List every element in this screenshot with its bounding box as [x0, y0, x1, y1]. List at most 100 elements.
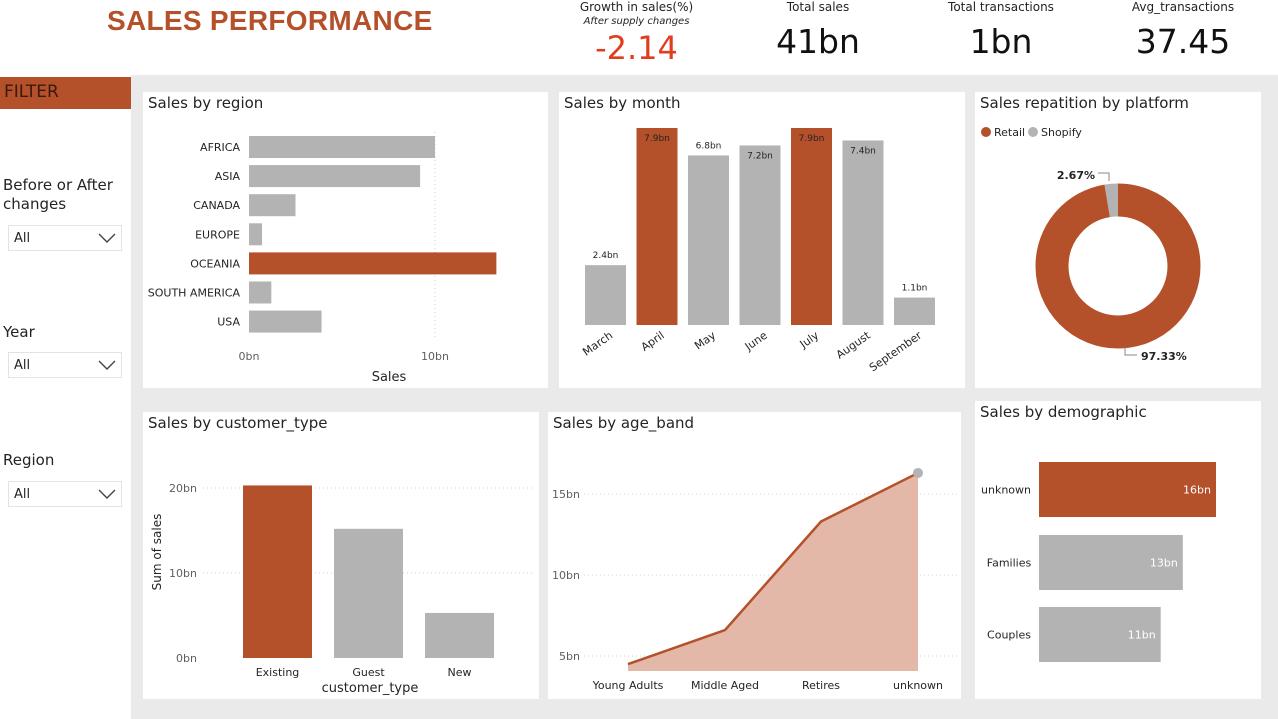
tick-label: September [867, 329, 925, 375]
kpi-avg-transactions-label: Avg_transactions [1131, 0, 1235, 14]
tick-label: Middle Aged [691, 679, 759, 692]
bar-region [249, 194, 296, 217]
filter-header-label: FILTER [4, 82, 59, 102]
data-label: 16bn [1183, 484, 1211, 497]
legend-marker [981, 127, 991, 137]
tick-label: Couples [987, 629, 1031, 642]
kpi-growth-sublabel: After supply changes [583, 16, 690, 27]
bar-customer [243, 485, 312, 658]
chart-card-platform: Sales repatition by platform Retail Shopi… [975, 92, 1261, 388]
bar-region [249, 165, 421, 188]
tick-label: 0bn [176, 652, 197, 665]
data-label: 13bn [1150, 557, 1178, 570]
bar-month [894, 297, 935, 325]
filter-dropdown-before-after[interactable]: All [8, 225, 122, 251]
data-label: 1.1bn [902, 284, 928, 294]
bar-customer [334, 528, 403, 658]
axis-title: Sum of sales [150, 514, 164, 591]
data-label: 2.4bn [593, 251, 619, 261]
axis-title: customer_type [322, 681, 419, 696]
bar-month [842, 140, 884, 325]
chevron-down-icon [98, 489, 116, 499]
tick-label: CANADA [193, 199, 240, 212]
bar-month [688, 155, 729, 325]
tick-label: unknown [893, 679, 943, 692]
data-label: 7.9bn [644, 134, 670, 144]
tick-label: June [742, 329, 770, 354]
chart-card-age: Sales by age_band 5bn 10bn 15bn Young Adult… [548, 412, 961, 699]
tick-label: April [639, 329, 667, 354]
filter-dropdown-year[interactable]: All [8, 352, 122, 378]
bar-month [739, 145, 781, 325]
chart-platform: Retail Shopify 2.67% 97.33% [981, 126, 1201, 363]
tick-label: 10bn [552, 569, 580, 582]
filter-header: FILTER [0, 77, 131, 109]
area-fill [628, 472, 918, 671]
kpi-growth-card: Growth in sales(%) After supply changes … [558, 0, 715, 75]
tick-label: July [797, 329, 822, 352]
chart-customer: 0bn 10bn 20bn Existing Guest New customer_type… [150, 482, 533, 696]
tick-label: 15bn [552, 488, 580, 501]
data-point [913, 467, 923, 478]
chart-age: 5bn 10bn 15bn Young Adults Middle Aged Retire… [552, 467, 958, 692]
chart-card-customer: Sales by customer_type 0bn 10bn 20bn Existi… [143, 412, 539, 699]
tick-label: 5bn [559, 650, 580, 663]
tick-label: 0bn [239, 350, 260, 363]
tick-label: EUROPE [195, 228, 240, 241]
tick-label: AFRICA [200, 141, 240, 154]
axis-title: Sales [372, 370, 407, 385]
chevron-down-icon [98, 360, 116, 370]
kpi-total-transactions-card: Total transactions 1bn [923, 0, 1079, 75]
kpi-total-sales-label: Total sales [786, 0, 850, 14]
bar-region [249, 310, 322, 333]
kpi-total-transactions-value: 1bn [969, 22, 1033, 61]
tick-label: unknown [981, 484, 1031, 497]
data-label: 2.67% [1057, 169, 1095, 182]
data-label: 7.2bn [747, 151, 773, 161]
kpi-avg-transactions-card: Avg_transactions 37.45 [1105, 0, 1261, 75]
legend-label: Retail [994, 126, 1025, 139]
filter-pane [0, 75, 131, 719]
tick-label: May [692, 329, 718, 353]
leader-line [1124, 347, 1137, 356]
tick-label: Guest [352, 666, 385, 679]
data-label: 6.8bn [696, 141, 722, 151]
bar-month [636, 128, 678, 325]
kpi-growth-label: Growth in sales(%) [579, 0, 694, 14]
bar-customer [425, 612, 494, 658]
pie-slice [1035, 183, 1201, 349]
data-label: 11bn [1128, 629, 1156, 642]
tick-label: 20bn [169, 482, 197, 495]
kpi-total-transactions-label: Total transactions [948, 0, 1054, 14]
data-label: 7.9bn [799, 134, 825, 144]
bar-month [791, 128, 832, 325]
data-label: 97.33% [1141, 350, 1187, 363]
tick-label: SOUTH AMERICA [148, 287, 241, 300]
chart-month: 2.4bn March 7.9bn April 6.8bn May 7.2bn June 7.9… [580, 128, 935, 375]
page-title: SALES PERFORMANCE [107, 5, 433, 36]
filter-label-year: Year [3, 323, 35, 341]
tick-label: Families [987, 557, 1032, 570]
tick-label: USA [217, 316, 240, 329]
legend-marker [1028, 127, 1038, 137]
tick-label: ASIA [215, 170, 241, 183]
tick-label: Retires [802, 679, 840, 692]
tick-label: August [834, 328, 874, 361]
kpi-avg-transactions-value: 37.45 [1135, 22, 1231, 61]
kpi-growth-value: -2.14 [595, 29, 678, 67]
tick-label: OCEANIA [190, 257, 240, 270]
chart-demographic: 16bn unknown 13bn Families 11bn Couples [981, 462, 1216, 662]
legend-label: Shopify [1041, 126, 1082, 139]
filter-dropdown-value: All [14, 358, 31, 373]
tick-label: March [580, 329, 615, 359]
filter-label-region: Region [3, 451, 55, 469]
tick-label: 10bn [169, 567, 197, 580]
chevron-down-icon [98, 233, 116, 243]
data-label: 7.4bn [850, 146, 876, 156]
chart-region: AFRICA ASIA CANADA EUROPE OCEANIA SOUTH AMERI… [148, 132, 497, 385]
filter-dropdown-region[interactable]: All [8, 481, 122, 507]
kpi-total-sales-value: 41bn [776, 22, 860, 61]
bar-month [585, 265, 626, 325]
bar-region [249, 252, 497, 275]
filter-dropdown-value: All [14, 231, 31, 246]
